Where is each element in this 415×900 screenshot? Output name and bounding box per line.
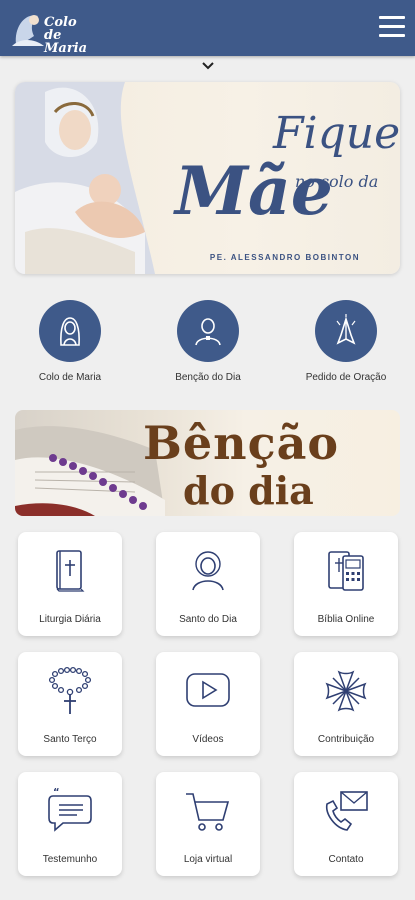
shortcut-label: Colo de Maria (38, 372, 102, 383)
hero-title-line2: Mãe (175, 152, 333, 230)
card-label: Contato (328, 854, 364, 865)
card-videos[interactable]: Vídeos (156, 652, 260, 756)
shortcut-label: Pedido de Oração (305, 372, 387, 383)
card-liturgia-diaria[interactable]: Liturgia Diária (18, 532, 122, 636)
shortcut-colo-de-maria[interactable]: Colo de Maria (10, 300, 130, 383)
card-label: Liturgia Diária (39, 614, 101, 625)
cross-icon (325, 670, 367, 712)
bible-icon (56, 550, 85, 592)
phone-mail-icon (325, 791, 368, 831)
card-testemunho[interactable]: “ Testemunho (18, 772, 122, 876)
card-contribuicao[interactable]: Contribuição (294, 652, 398, 756)
card-loja-virtual[interactable]: Loja virtual (156, 772, 260, 876)
mary-logo-icon (12, 15, 44, 46)
hero-subtitle: PE. ALESSANDRO BOBINTON (209, 253, 360, 262)
card-label: Santo do Dia (179, 614, 237, 625)
shortcut-pedido-de-oracao[interactable]: Pedido de Oração (286, 300, 406, 383)
card-santo-terco[interactable]: Santo Terço (18, 652, 122, 756)
card-santo-do-dia[interactable]: Santo do Dia (156, 532, 260, 636)
banner-title-line1: Bênção (143, 416, 340, 470)
cart-icon (186, 793, 230, 831)
card-label: Testemunho (42, 854, 98, 865)
card-label: Vídeos (192, 734, 224, 745)
svg-text:“: “ (53, 787, 60, 798)
praying-hands-icon (336, 314, 356, 345)
saint-icon (192, 551, 224, 591)
card-label: Bíblia Online (317, 614, 375, 625)
chat-icon: “ (48, 787, 92, 832)
card-label: Santo Terço (43, 734, 97, 745)
card-contato[interactable]: Contato (294, 772, 398, 876)
priest-icon (195, 318, 221, 346)
card-label: Contribuição (317, 734, 375, 745)
card-label: Loja virtual (183, 854, 233, 865)
chevron-down-icon[interactable] (200, 60, 216, 72)
logo-text: Colo de Maria (44, 15, 88, 56)
banner-title-line2: do dia (183, 468, 314, 513)
play-icon (186, 673, 230, 707)
top-app-bar: Colo de Maria (0, 0, 415, 56)
card-biblia-online[interactable]: Bíblia Online (294, 532, 398, 636)
rosary-icon (48, 666, 92, 714)
shortcut-bencao-do-dia[interactable]: Benção do Dia (148, 300, 268, 383)
hero-banner[interactable]: Fique no colo da Mãe PE. ALESSANDRO BOBI… (15, 82, 400, 274)
shortcut-label: Benção do Dia (175, 372, 241, 383)
mary-and-child-image (15, 82, 155, 274)
mary-icon (60, 317, 80, 346)
hamburger-menu-icon[interactable] (379, 16, 405, 38)
app-logo[interactable]: Colo de Maria (8, 6, 98, 55)
bencao-do-dia-banner[interactable]: Bênção do dia (15, 410, 400, 516)
tablet-bible-icon (328, 551, 364, 591)
